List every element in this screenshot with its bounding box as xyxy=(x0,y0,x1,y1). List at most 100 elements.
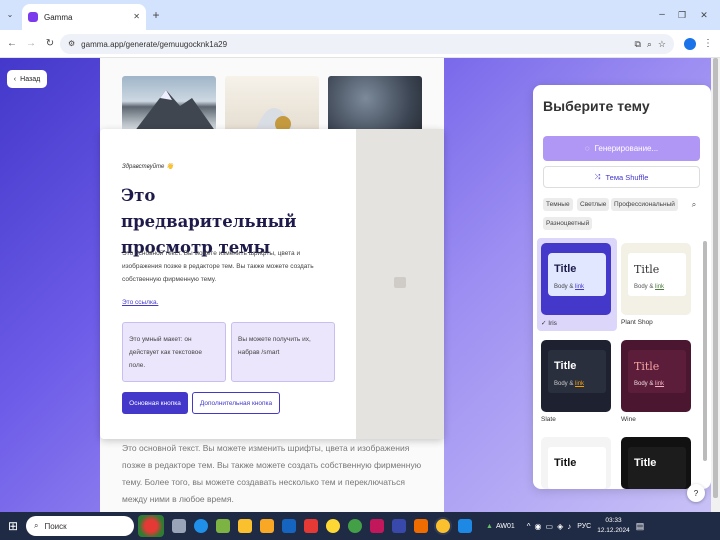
shuffle-label: Тема Shuffle xyxy=(605,172,649,182)
browser-tab[interactable]: Gamma ✕ xyxy=(22,4,146,30)
clock[interactable]: 03:33 12.12.2024 xyxy=(597,516,630,536)
instagram-icon[interactable] xyxy=(370,519,384,533)
windows-start-icon[interactable]: ⊞ xyxy=(0,520,26,532)
profile-icon[interactable] xyxy=(684,38,696,50)
tray-app-icon[interactable]: ◉ xyxy=(535,522,542,531)
app3-icon[interactable] xyxy=(414,519,428,533)
maximize-icon[interactable]: ❐ xyxy=(676,8,688,22)
theme-card-plant-shop[interactable]: Title Body & link xyxy=(621,243,691,315)
preview-link[interactable]: Это ссылка. xyxy=(122,299,158,306)
theme-card-body: Body & link xyxy=(554,381,584,387)
theme-card-body: Body & link xyxy=(554,284,584,290)
chat-icon[interactable] xyxy=(348,519,362,533)
weather-label: AW01 xyxy=(495,522,515,530)
back-button[interactable]: ‹ Назад xyxy=(7,70,47,88)
filter-colorful[interactable]: Разноцветный xyxy=(543,217,593,230)
mail-icon[interactable] xyxy=(282,519,296,533)
preview-greeting: Здравствуйте 👋 xyxy=(122,164,174,170)
theme-card-iris[interactable]: Title Body & link xyxy=(541,243,611,315)
theme-name-plant-shop: Plant Shop xyxy=(621,319,653,326)
install-icon[interactable]: ⧉ xyxy=(634,39,640,49)
secondary-button[interactable]: Дополнительная кнопка xyxy=(192,392,280,414)
tray-chevron-icon[interactable]: ^ xyxy=(527,522,531,531)
yandex-icon[interactable] xyxy=(238,519,252,533)
theme-picker-panel: Выберите тему ◌ Генерирование... ⤨ Тема … xyxy=(533,85,711,489)
shuffle-icon: ⤨ xyxy=(594,172,601,181)
yandex-browser-icon[interactable] xyxy=(304,519,318,533)
preview-body-text: Это основной текст. Вы можете изменить ш… xyxy=(122,250,314,283)
network-icon[interactable]: ◈ xyxy=(557,522,563,531)
theme-card-link: link xyxy=(655,381,665,387)
preview-image-placeholder xyxy=(356,129,444,439)
poinsettia-widget-icon[interactable] xyxy=(138,515,164,537)
page-scrollbar-track xyxy=(711,58,720,512)
file-explorer-icon[interactable] xyxy=(260,519,274,533)
theme-name-wine: Wine xyxy=(621,416,636,423)
stock-chart-icon: ▲ xyxy=(486,522,493,530)
theme-card-link: link xyxy=(655,284,665,290)
edge-icon[interactable] xyxy=(194,519,208,533)
chrome-icon[interactable] xyxy=(436,519,450,533)
tent-image xyxy=(225,76,319,132)
store-icon[interactable] xyxy=(216,519,230,533)
address-bar[interactable]: ⚙ gamma.app/generate/gemuugocknk1a29 ⧉ ⌕… xyxy=(60,34,674,54)
back-icon[interactable]: ← xyxy=(6,38,18,50)
tab-close-icon[interactable]: ✕ xyxy=(133,13,140,21)
theme-card-body: Body & link xyxy=(634,381,664,387)
new-tab-icon[interactable]: + xyxy=(150,8,162,22)
forward-icon[interactable]: → xyxy=(25,38,37,50)
generating-button[interactable]: ◌ Генерирование... xyxy=(543,136,700,161)
primary-button[interactable]: Основная кнопка xyxy=(122,392,188,414)
filter-dark[interactable]: Темные xyxy=(543,198,573,211)
theme-card-dark[interactable]: Title xyxy=(621,437,691,489)
zoom-icon[interactable]: ⌕ xyxy=(647,39,652,49)
theme-card-body-text: Body & xyxy=(634,284,654,290)
bookmark-star-icon[interactable]: ☆ xyxy=(658,39,666,49)
browser-tab-bar: ⌄ Gamma ✕ + – ❐ ✕ xyxy=(0,0,720,30)
starry-sky-image xyxy=(328,76,422,132)
app-icon[interactable] xyxy=(326,519,340,533)
theme-card-title: Title xyxy=(634,360,660,373)
notification-icon[interactable]: ▤ xyxy=(636,521,645,531)
language-indicator[interactable]: РУС xyxy=(577,523,591,530)
reload-icon[interactable]: ↻ xyxy=(44,38,56,50)
tab-title: Gamma xyxy=(44,12,73,22)
checkmark-icon: ✓ xyxy=(541,320,547,327)
tab-search-icon[interactable]: ⌄ xyxy=(4,9,16,21)
panel-scrollbar[interactable] xyxy=(703,241,707,461)
volume-icon[interactable]: ♪ xyxy=(567,522,571,531)
theme-card-light[interactable]: Title xyxy=(541,437,611,489)
site-info-icon[interactable]: ⚙ xyxy=(68,40,75,48)
minimize-icon[interactable]: – xyxy=(656,8,668,22)
theme-card-slate[interactable]: Title Body & link xyxy=(541,340,611,412)
menu-icon[interactable]: ⋮ xyxy=(702,38,714,50)
gamma-favicon-icon xyxy=(28,12,38,22)
help-button[interactable]: ? xyxy=(687,484,705,502)
smart-layout-callout-1: Это умный макет: он действует как тексто… xyxy=(122,322,226,382)
shuffle-theme-button[interactable]: ⤨ Тема Shuffle xyxy=(543,166,700,188)
filter-light[interactable]: Светлые xyxy=(577,198,610,211)
clock-time: 03:33 xyxy=(605,517,622,524)
theme-card-body-text: Body & xyxy=(634,381,654,387)
windows-taskbar: ⊞ ⌕ Поиск ▲ AW01 ^ ◉ ▭ ◈ ♪ РУС 03:33 12.… xyxy=(0,512,720,540)
theme-card-wine[interactable]: Title Body & link xyxy=(621,340,691,412)
close-icon[interactable]: ✕ xyxy=(698,8,710,22)
chevron-left-icon: ‹ xyxy=(13,75,17,83)
filter-search-icon[interactable]: ⌕ xyxy=(688,198,700,211)
url-text: gamma.app/generate/gemuugocknk1a29 xyxy=(81,39,228,49)
search-icon: ⌕ xyxy=(34,521,39,530)
theme-card-title: Title xyxy=(554,263,577,275)
taskbar-search[interactable]: ⌕ Поиск xyxy=(26,516,134,536)
battery-icon[interactable]: ▭ xyxy=(546,522,554,531)
filter-professional[interactable]: Профессиональный xyxy=(611,198,678,211)
word-icon[interactable] xyxy=(458,519,472,533)
theme-name-iris: ✓ Iris xyxy=(541,319,557,327)
page-scrollbar-thumb[interactable] xyxy=(713,58,718,498)
task-view-icon[interactable] xyxy=(172,519,186,533)
weather-widget[interactable]: ▲ AW01 xyxy=(486,523,515,530)
theme-card-title: Title xyxy=(634,457,657,469)
theme-card-body-text: Body & xyxy=(554,284,574,290)
theme-card-title: Title xyxy=(634,263,660,276)
taskbar-search-label: Поиск xyxy=(44,521,67,531)
app2-icon[interactable] xyxy=(392,519,406,533)
